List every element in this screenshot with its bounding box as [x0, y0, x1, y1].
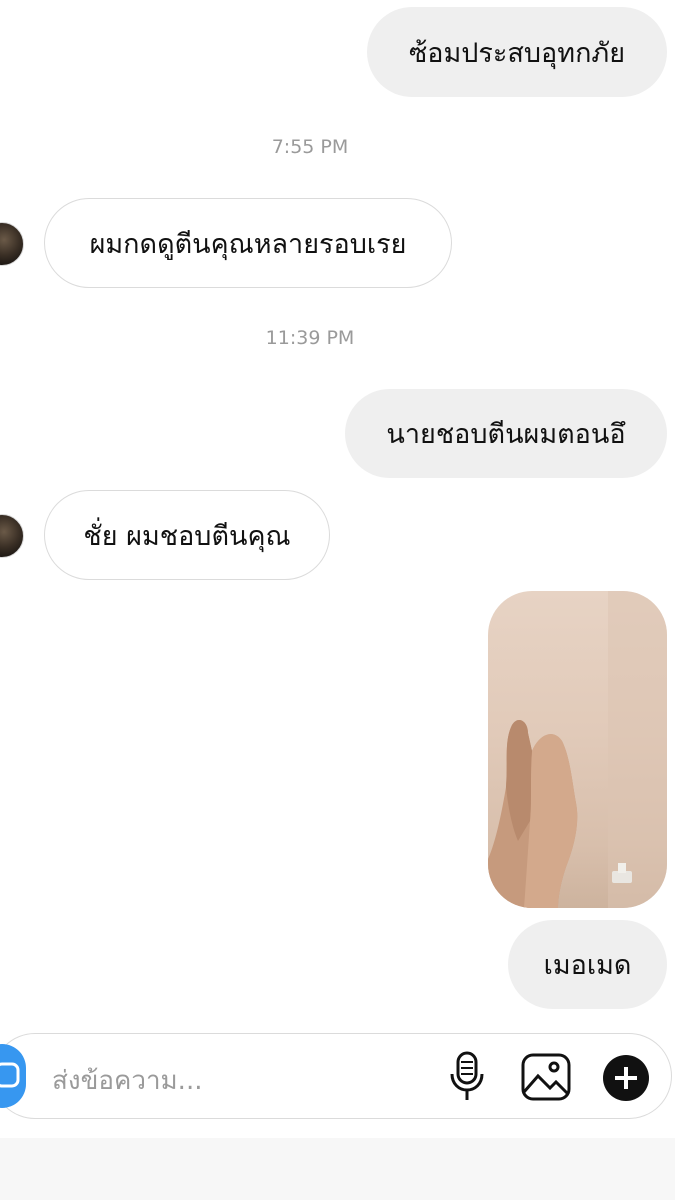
message-bubble-incoming[interactable]: ผมกดดูตีนคุณหลายรอบเรย	[44, 198, 452, 288]
timestamp: 7:55 PM	[271, 136, 349, 158]
camera-button[interactable]	[0, 1044, 26, 1108]
gallery-button[interactable]	[520, 1052, 572, 1106]
message-text: ผมกดดูตีนคุณหลายรอบเรย	[89, 228, 407, 260]
message-bubble-outgoing[interactable]: นายชอบตีนผมตอนอึ	[345, 389, 667, 478]
message-bubble-incoming[interactable]: ชั่ย ผมชอบตีนคุณ	[44, 490, 330, 580]
add-icon	[603, 1055, 649, 1101]
message-text: เมอเมด	[543, 950, 632, 981]
message-text: ซ้อมประสบอุทกภัย	[408, 37, 626, 69]
message-input[interactable]: ส่งข้อความ...	[52, 1060, 202, 1101]
message-text: ชั่ย ผมชอบตีนคุณ	[83, 520, 291, 552]
message-bubble-outgoing[interactable]: เมอเมด	[508, 920, 667, 1009]
microphone-button[interactable]	[447, 1050, 487, 1108]
gallery-icon	[521, 1053, 571, 1101]
message-text: นายชอบตีนผมตอนอึ	[386, 419, 626, 450]
avatar[interactable]	[0, 514, 24, 558]
message-bubble-outgoing[interactable]: ซ้อมประสบอุทกภัย	[367, 7, 667, 97]
timestamp: 11:39 PM	[265, 327, 355, 349]
avatar[interactable]	[0, 222, 24, 266]
add-button[interactable]	[602, 1054, 650, 1106]
bottom-bar	[0, 1138, 675, 1200]
photo-message[interactable]	[488, 591, 667, 908]
camera-icon	[0, 1062, 20, 1088]
microphone-icon	[450, 1051, 484, 1100]
photo-feet-icon	[488, 591, 667, 908]
